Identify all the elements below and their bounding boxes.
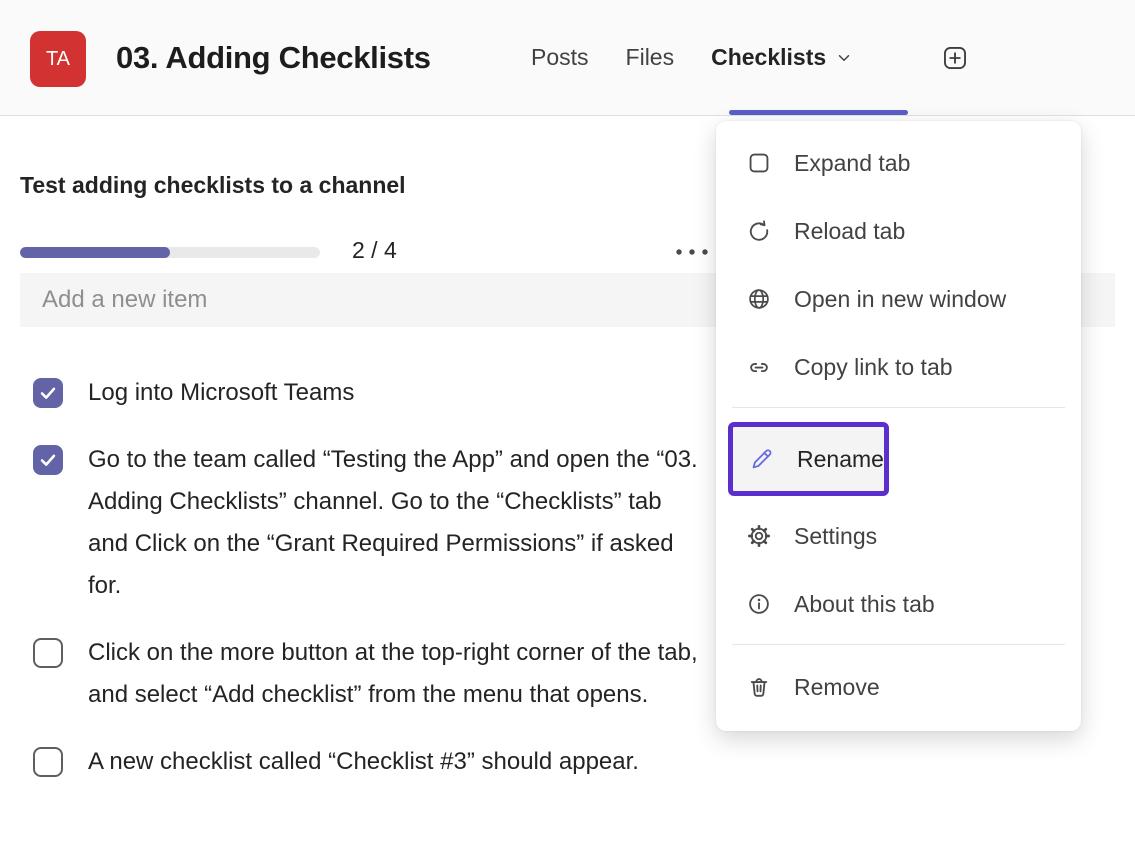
menu-divider bbox=[732, 644, 1065, 645]
progress-bar-fill bbox=[20, 247, 170, 258]
tab-files[interactable]: Files bbox=[626, 44, 675, 71]
list-item: Log into Microsoft Teams bbox=[33, 372, 713, 414]
item-text: Click on the more button at the top-righ… bbox=[88, 632, 703, 716]
tab-context-menu: Expand tab Reload tab Open in new wi bbox=[716, 121, 1081, 731]
add-tab-button[interactable] bbox=[941, 44, 969, 72]
menu-item-expand-tab[interactable]: Expand tab bbox=[730, 135, 1067, 191]
checkbox-unchecked[interactable] bbox=[33, 638, 63, 668]
menu-item-label: Copy link to tab bbox=[794, 354, 953, 381]
item-text: Log into Microsoft Teams bbox=[88, 372, 354, 414]
progress-count: 2 / 4 bbox=[352, 237, 397, 264]
list-item: Click on the more button at the top-righ… bbox=[33, 632, 713, 716]
menu-item-about-tab[interactable]: About this tab bbox=[730, 576, 1067, 632]
list-item: Go to the team called “Testing the App” … bbox=[33, 439, 713, 607]
checklist-title: Test adding checklists to a channel bbox=[20, 172, 406, 199]
chevron-down-icon bbox=[835, 49, 853, 67]
plus-square-icon bbox=[941, 44, 969, 72]
menu-item-label: Reload tab bbox=[794, 218, 905, 245]
progress-bar bbox=[20, 247, 320, 258]
trash-icon bbox=[746, 674, 772, 700]
menu-item-remove[interactable]: Remove bbox=[730, 659, 1067, 715]
active-tab-underline bbox=[729, 110, 908, 115]
menu-item-label: Remove bbox=[794, 674, 880, 701]
menu-item-open-new-window[interactable]: Open in new window bbox=[730, 271, 1067, 327]
channel-title: 03. Adding Checklists bbox=[116, 0, 431, 115]
reload-icon bbox=[746, 218, 772, 244]
team-avatar: TA bbox=[30, 31, 86, 87]
menu-item-copy-link[interactable]: Copy link to tab bbox=[730, 339, 1067, 395]
checkmark-icon bbox=[37, 382, 59, 404]
menu-item-settings[interactable]: Settings bbox=[730, 508, 1067, 564]
checkmark-icon bbox=[37, 449, 59, 471]
teams-channel-view: TA 03. Adding Checklists Posts Files Che… bbox=[0, 0, 1135, 851]
more-ellipsis-icon bbox=[673, 247, 711, 257]
item-text: A new checklist called “Checklist #3” sh… bbox=[88, 741, 639, 783]
globe-icon bbox=[746, 286, 772, 312]
menu-divider bbox=[732, 407, 1065, 408]
tab-checklists-label: Checklists bbox=[711, 44, 826, 71]
menu-item-label: Open in new window bbox=[794, 286, 1006, 313]
menu-item-reload-tab[interactable]: Reload tab bbox=[730, 203, 1067, 259]
checklist-items: Log into Microsoft Teams Go to the team … bbox=[33, 372, 713, 808]
tab-posts-label: Posts bbox=[531, 44, 589, 71]
menu-item-rename[interactable]: Rename bbox=[728, 422, 889, 496]
list-item: A new checklist called “Checklist #3” sh… bbox=[33, 741, 713, 783]
tab-checklists[interactable]: Checklists bbox=[711, 44, 853, 71]
menu-item-label: Rename bbox=[797, 446, 884, 473]
checklist-more-button[interactable] bbox=[668, 236, 716, 268]
item-text: Go to the team called “Testing the App” … bbox=[88, 439, 703, 607]
expand-tab-icon bbox=[746, 150, 772, 176]
checkbox-checked[interactable] bbox=[33, 445, 63, 475]
menu-item-label: About this tab bbox=[794, 591, 935, 618]
gear-icon bbox=[746, 523, 772, 549]
checkbox-checked[interactable] bbox=[33, 378, 63, 408]
menu-item-label: Expand tab bbox=[794, 150, 910, 177]
tab-bar: Posts Files Checklists bbox=[531, 0, 853, 115]
menu-item-label: Settings bbox=[794, 523, 877, 550]
tab-files-label: Files bbox=[626, 44, 675, 71]
channel-header: TA 03. Adding Checklists Posts Files Che… bbox=[0, 0, 1135, 116]
info-icon bbox=[746, 591, 772, 617]
tab-posts[interactable]: Posts bbox=[531, 44, 589, 71]
pencil-icon bbox=[749, 446, 775, 472]
link-icon bbox=[746, 354, 772, 380]
checkbox-unchecked[interactable] bbox=[33, 747, 63, 777]
